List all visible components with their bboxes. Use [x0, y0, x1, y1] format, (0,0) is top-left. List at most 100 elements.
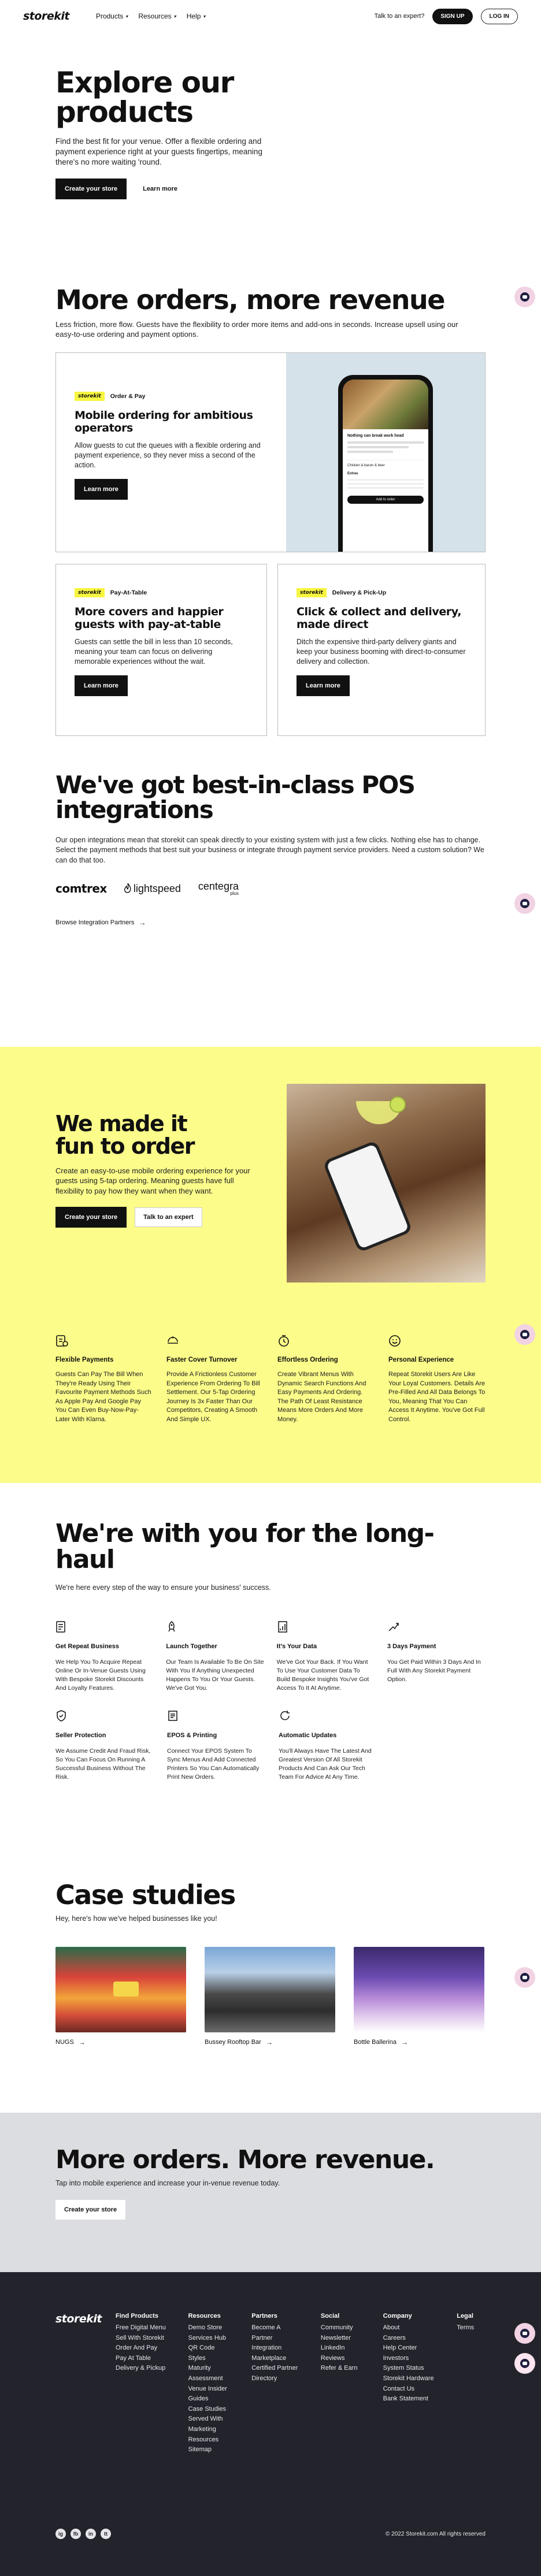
footer-link[interactable]: Terms — [457, 2323, 486, 2333]
footer-link[interactable]: Served With — [188, 2414, 232, 2425]
copyright: © 2022 Storekit.com All rights reserved — [386, 2530, 486, 2537]
chat-widget-button[interactable] — [514, 1967, 535, 1988]
facebook-icon[interactable]: fb — [71, 2529, 81, 2539]
service-body: You Get Paid Within 3 Days And In Full W… — [387, 1658, 481, 1683]
footer-link[interactable]: Sitemap — [188, 2445, 232, 2455]
cta-band-inner: More orders. More revenue. Tap into mobi… — [55, 2113, 486, 2220]
case-study-card[interactable]: NUGS → — [55, 1946, 186, 2046]
login-button[interactable]: LOG IN — [480, 8, 518, 24]
case-study-image-bussey — [205, 1946, 335, 2032]
case-study-card[interactable]: Bottle Ballerina → — [354, 1946, 484, 2046]
footer-link[interactable]: Help Center — [383, 2343, 438, 2354]
footer-link[interactable]: System Status — [383, 2363, 438, 2374]
nav-products[interactable]: Products ▾ — [96, 12, 128, 20]
pay-at-table-learn-more-button[interactable]: Learn more — [75, 675, 128, 697]
service-title: 3 Days Payment — [387, 1642, 436, 1650]
feature-title: Faster Cover Turnover — [166, 1356, 238, 1363]
case-study-card[interactable]: Bussey Rooftop Bar → — [205, 1946, 335, 2046]
footer-link[interactable]: Refer & Earn — [321, 2363, 364, 2374]
long-haul-body: We're here every step of the way to ensu… — [55, 1583, 271, 1592]
footer-inner: storekit Find Products Free Digital Menu… — [55, 2272, 486, 2455]
footer-link[interactable]: Order And Pay — [116, 2343, 169, 2354]
linkedin-icon[interactable]: in — [86, 2529, 96, 2539]
repeat-business-icon — [56, 1621, 65, 1633]
personal-experience-icon — [389, 1335, 401, 1347]
services-row-2: Seller Protection We Assume Credit And F… — [55, 1709, 486, 1782]
phone-add-button[interactable]: Add to order — [347, 496, 424, 504]
footer-link[interactable]: Case Studies — [188, 2404, 232, 2415]
footer-link[interactable]: Marketing Resources — [188, 2425, 232, 2445]
footer-col-social: Social Community Newsletter LinkedIn Rev… — [321, 2313, 364, 2455]
footer-link[interactable]: Certified Partner Directory — [251, 2363, 301, 2384]
order-pay-learn-more-button[interactable]: Learn more — [75, 479, 128, 500]
case-study-image-nugs — [55, 1946, 186, 2032]
service-title: EPOS & Printing — [167, 1731, 217, 1739]
logo[interactable]: storekit — [23, 10, 69, 23]
pos-body: Our open integrations mean that storekit… — [55, 835, 484, 864]
learn-more-link[interactable]: Learn more — [143, 185, 177, 192]
cta-band-body: Tap into mobile experience and increase … — [55, 2179, 280, 2187]
cta-band-create-store-button[interactable]: Create your store — [55, 2199, 126, 2220]
nav-help[interactable]: Help ▾ — [187, 12, 206, 20]
footer-link[interactable]: Sell With Storekit — [116, 2333, 169, 2344]
delivery-body: Ditch the expensive third-party delivery… — [297, 637, 466, 666]
chat-widget-button[interactable] — [514, 893, 535, 914]
secondary-cards: storekit Pay-At-Table More covers and ha… — [55, 564, 486, 736]
footer-link[interactable]: Become A Partner — [251, 2323, 301, 2343]
lightspeed-name: lightspeed — [133, 882, 181, 894]
delivery-learn-more-button[interactable]: Learn more — [297, 675, 350, 697]
footer-link[interactable]: Demo Store — [188, 2323, 232, 2333]
service-epos-printing: EPOS & Printing Connect Your EPOS System… — [167, 1709, 265, 1782]
footer-link[interactable]: Community — [321, 2323, 364, 2333]
instagram-icon[interactable]: ig — [55, 2529, 66, 2539]
pay-at-table-card: storekit Pay-At-Table More covers and ha… — [55, 564, 267, 736]
footer-link[interactable]: Pay At Table — [116, 2354, 169, 2364]
automatic-updates-icon — [280, 1710, 290, 1720]
browse-partners-link[interactable]: Browse Integration Partners → — [55, 919, 486, 927]
footer-link[interactable]: Delivery & Pickup — [116, 2363, 169, 2374]
chat-widget-button[interactable] — [514, 2323, 535, 2344]
service-your-data: It's Your Data We've Got Your Back. If Y… — [277, 1620, 375, 1693]
footer-link[interactable]: Integration Marketplace — [251, 2343, 301, 2363]
footer-link[interactable]: Contact Us — [383, 2384, 438, 2395]
create-store-button[interactable]: Create your store — [55, 178, 127, 199]
footer-col-company: Company About Careers Help Center Invest… — [383, 2313, 438, 2455]
nav-resources[interactable]: Resources ▾ — [138, 12, 176, 20]
fun-talk-expert-button[interactable]: Talk to an expert — [135, 1207, 202, 1228]
footer-link[interactable]: About — [383, 2323, 438, 2333]
more-orders-title: More orders, more revenue — [55, 284, 445, 315]
tiktok-icon[interactable]: tt — [101, 2529, 111, 2539]
chevron-down-icon: ▾ — [173, 13, 176, 19]
case-study-caption: NUGS → — [55, 2038, 186, 2046]
signup-button[interactable]: SIGN UP — [432, 8, 473, 24]
footer-link[interactable]: Services Hub — [188, 2333, 232, 2344]
chat-widget-button[interactable] — [514, 2353, 535, 2374]
effortless-ordering-icon — [279, 1335, 289, 1347]
footer-link[interactable]: Newsletter — [321, 2333, 364, 2344]
fun-create-store-button[interactable]: Create your store — [55, 1207, 127, 1228]
service-title: Launch Together — [166, 1642, 217, 1650]
chat-widget-button[interactable] — [514, 1324, 535, 1345]
footer-link[interactable]: QR Code Styles — [188, 2343, 232, 2363]
hand-phone — [322, 1140, 413, 1253]
phone-content: Nothing can break work head Chicken & ba… — [343, 429, 428, 508]
footer-link[interactable]: Storekit Hardware — [383, 2374, 438, 2384]
talk-to-expert-link[interactable]: Talk to an expert? — [375, 13, 425, 20]
your-data-icon — [277, 1621, 287, 1633]
footer-link[interactable]: Reviews — [321, 2354, 364, 2364]
footer-link[interactable]: Careers — [383, 2333, 438, 2344]
footer-col-resources: Resources Demo Store Services Hub QR Cod… — [188, 2313, 232, 2455]
footer-link[interactable]: Free Digital Menu — [116, 2323, 169, 2333]
footer-link[interactable]: Maturity Assessment — [188, 2363, 232, 2384]
feature-cover-turnover: Faster Cover Turnover Provide A Friction… — [166, 1335, 264, 1425]
footer-link[interactable]: Guides — [188, 2394, 232, 2404]
fun-title: We made it fun to order — [55, 1111, 195, 1159]
chat-widget-button[interactable] — [514, 287, 535, 307]
footer-logo[interactable]: storekit — [55, 2313, 102, 2455]
pos-title: We've got best-in-class POS integrations — [55, 771, 416, 824]
footer-link[interactable]: LinkedIn — [321, 2343, 364, 2354]
footer-link[interactable]: Venue Insider — [188, 2384, 232, 2395]
footer-link[interactable]: Investors — [383, 2354, 438, 2364]
footer-link[interactable]: Bank Statement — [383, 2394, 438, 2404]
footer-col-legal: Legal Terms — [457, 2313, 486, 2455]
